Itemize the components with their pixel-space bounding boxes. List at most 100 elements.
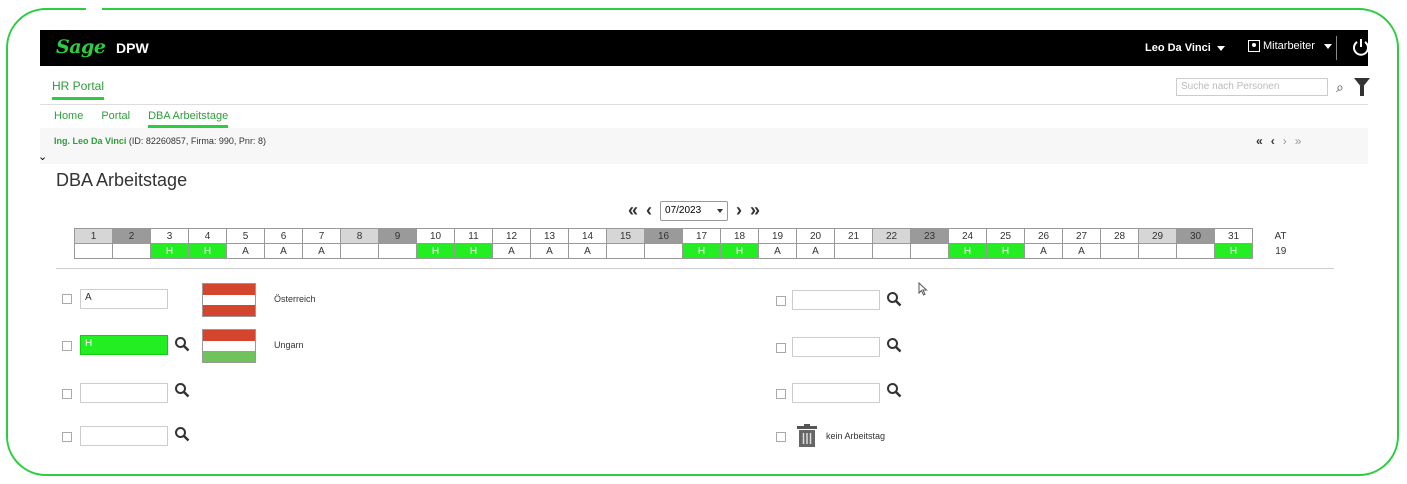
user-menu[interactable]: Leo Da Vinci	[1145, 42, 1225, 54]
calendar-day-cell[interactable]: H	[720, 243, 759, 259]
next-month-button[interactable]: ›	[736, 200, 742, 221]
first-month-button[interactable]: «	[628, 200, 638, 221]
first-employee-button[interactable]: «	[1256, 134, 1263, 148]
calendar-day-cell[interactable]	[1176, 243, 1215, 259]
no-workday-label: kein Arbeitstag	[826, 431, 886, 441]
calendar-day-header: 10	[416, 228, 455, 244]
calendar-day-header: 5	[226, 228, 265, 244]
legend-code-input[interactable]	[792, 290, 880, 310]
calendar-day-cell[interactable]: A	[492, 243, 531, 259]
top-bar: Sage DPW Leo Da Vinci Mitarbeiter	[40, 30, 1369, 66]
calendar-day-cell[interactable]: H	[416, 243, 455, 259]
employee-pager: « ‹ › »	[1256, 134, 1301, 148]
last-month-button[interactable]: »	[750, 200, 760, 221]
legend-code-input[interactable]	[792, 383, 880, 403]
calendar-day-cell[interactable]: A	[758, 243, 797, 259]
legend-code-input[interactable]	[80, 383, 168, 403]
calendar-day-header: 20	[796, 228, 835, 244]
filter-icon[interactable]	[1354, 78, 1370, 96]
legend-checkbox[interactable]	[62, 341, 72, 351]
role-name: Mitarbeiter	[1263, 40, 1315, 52]
calendar-day-header: 27	[1062, 228, 1101, 244]
calendar-day-header: 24	[948, 228, 987, 244]
breadcrumb-home[interactable]: Home	[54, 110, 83, 128]
calendar-values-row: H H A A A H H A A A H H A A H H A A H 19	[74, 243, 1309, 259]
calendar-day-cell[interactable]	[1100, 243, 1139, 259]
calendar-day-cell[interactable]: A	[302, 243, 341, 259]
calendar-day-cell[interactable]: A	[568, 243, 607, 259]
calendar-day-header: 9	[378, 228, 417, 244]
calendar-day-header: 15	[606, 228, 645, 244]
calendar-day-cell[interactable]: H	[682, 243, 721, 259]
legend-code: H	[85, 338, 93, 349]
calendar-day-cell[interactable]	[340, 243, 379, 259]
calendar-day-cell[interactable]	[74, 243, 113, 259]
legend-code: A	[85, 292, 92, 303]
legend-checkbox[interactable]	[62, 389, 72, 399]
power-icon[interactable]	[1350, 36, 1372, 58]
chevron-down-icon	[717, 208, 724, 213]
calendar-day-header: 1	[74, 228, 113, 244]
calendar-day-header: 2	[112, 228, 151, 244]
calendar-day-cell[interactable]	[1138, 243, 1177, 259]
search-icon[interactable]	[174, 336, 190, 352]
role-menu[interactable]: Mitarbeiter	[1248, 40, 1332, 52]
calendar-day-cell[interactable]: H	[188, 243, 227, 259]
person-search-icon[interactable]: ⌕	[1336, 79, 1344, 96]
legend-checkbox[interactable]	[776, 432, 786, 442]
search-icon[interactable]	[886, 382, 902, 398]
calendar-day-cell[interactable]	[378, 243, 417, 259]
calendar-day-cell[interactable]: H	[1214, 243, 1253, 259]
calendar-day-header: 28	[1100, 228, 1139, 244]
legend-code-input[interactable]	[80, 426, 168, 446]
calendar-day-cell[interactable]	[112, 243, 151, 259]
legend-code-input[interactable]: H	[80, 335, 168, 355]
prev-employee-button[interactable]: ‹	[1271, 134, 1275, 148]
calendar-table: 1 2 3 4 5 6 7 8 9 10 11 12 13 14 15 16 17 18 19 20 21 22 23 24 2…	[74, 228, 1309, 259]
prev-month-button[interactable]: ‹	[646, 200, 652, 221]
at-value: 19	[1275, 245, 1287, 257]
collapse-chevron-icon[interactable]: ⌄	[38, 150, 47, 163]
legend-checkbox[interactable]	[776, 343, 786, 353]
search-icon[interactable]	[174, 426, 190, 442]
calendar-day-cell[interactable]: A	[226, 243, 265, 259]
calendar-day-cell[interactable]	[872, 243, 911, 259]
chevron-down-icon	[1216, 45, 1225, 51]
search-icon[interactable]	[886, 337, 902, 353]
calendar-days-row: 1 2 3 4 5 6 7 8 9 10 11 12 13 14 15 16 17 18 19 20 21 22 23 24 2…	[74, 228, 1309, 244]
calendar-day-cell[interactable]: A	[1062, 243, 1101, 259]
calendar-day-header: 14	[568, 228, 607, 244]
calendar-day-cell[interactable]: H	[986, 243, 1025, 259]
calendar-day-cell[interactable]	[834, 243, 873, 259]
calendar-day-cell[interactable]: H	[454, 243, 493, 259]
calendar-day-cell[interactable]: H	[150, 243, 189, 259]
breadcrumb-portal[interactable]: Portal	[101, 110, 130, 128]
search-icon[interactable]	[886, 291, 902, 307]
calendar-day-cell[interactable]: A	[530, 243, 569, 259]
chevron-down-icon	[1323, 43, 1332, 49]
hr-portal-tab[interactable]: HR Portal	[52, 79, 105, 100]
legend-checkbox[interactable]	[776, 389, 786, 399]
flag-stripe	[203, 284, 255, 295]
legend-checkbox[interactable]	[776, 296, 786, 306]
calendar-day-cell[interactable]: A	[796, 243, 835, 259]
calendar-day-header: 21	[834, 228, 873, 244]
calendar-day-header: 25	[986, 228, 1025, 244]
calendar-day-cell[interactable]	[606, 243, 645, 259]
legend-checkbox[interactable]	[62, 432, 72, 442]
calendar-day-cell[interactable]: H	[948, 243, 987, 259]
next-employee-button[interactable]: ›	[1283, 134, 1287, 148]
calendar-day-header: 11	[454, 228, 493, 244]
breadcrumb-dba[interactable]: DBA Arbeitstage	[148, 110, 229, 128]
person-search-input[interactable]: Suche nach Personen	[1176, 78, 1328, 96]
month-select[interactable]: 07/2023	[660, 200, 729, 221]
calendar-day-cell[interactable]: A	[264, 243, 303, 259]
last-employee-button[interactable]: »	[1295, 134, 1302, 148]
legend-code-input[interactable]: A	[80, 289, 168, 309]
calendar-day-cell[interactable]	[910, 243, 949, 259]
legend-code-input[interactable]	[792, 337, 880, 357]
search-icon[interactable]	[174, 382, 190, 398]
calendar-day-cell[interactable]: A	[1024, 243, 1063, 259]
legend-checkbox[interactable]	[62, 294, 72, 304]
calendar-day-cell[interactable]	[644, 243, 683, 259]
